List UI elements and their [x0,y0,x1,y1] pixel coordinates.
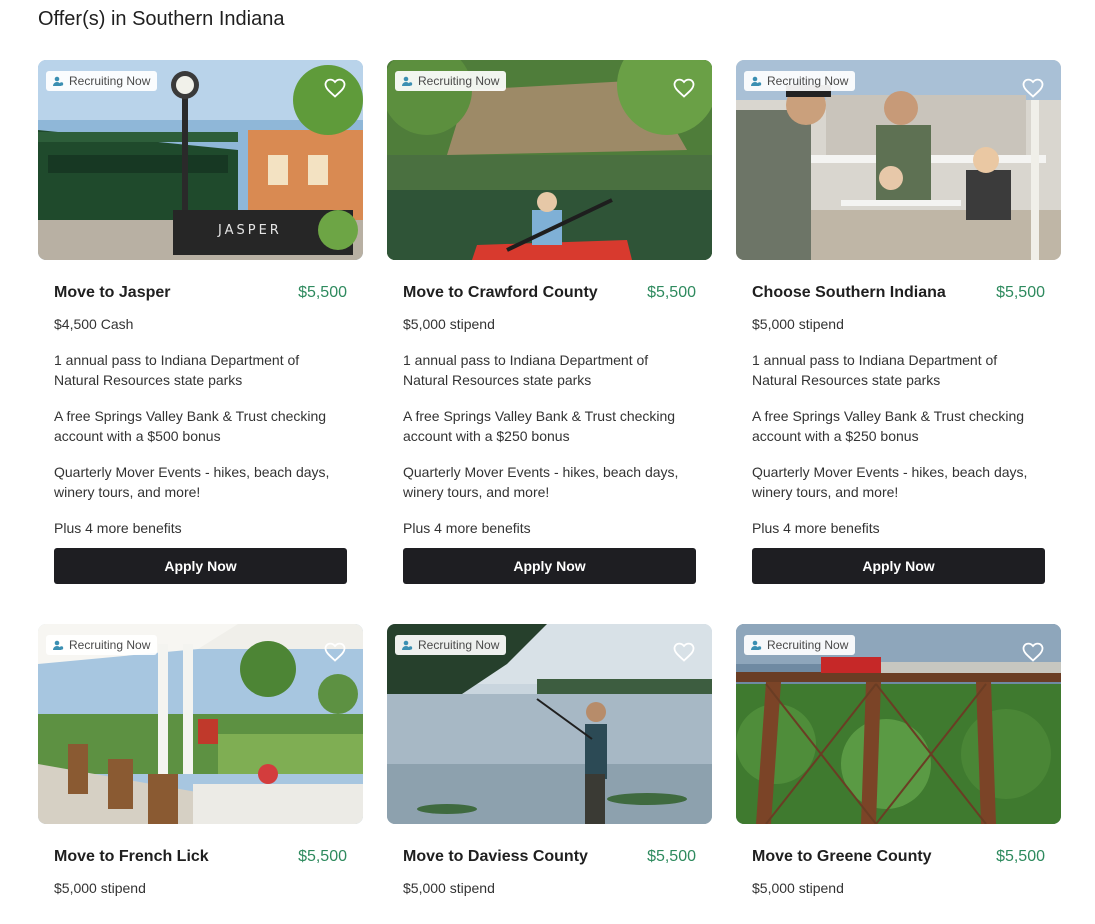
offer-cash: $5,000 stipend [752,316,844,332]
offer-card-daviess-county[interactable]: Recruiting Now Move to Daviess County $5… [387,624,712,898]
offer-title: Move to Crawford County [403,284,598,301]
recruiting-badge-label: Recruiting Now [767,74,849,88]
offer-price: $5,500 [647,284,696,301]
recruiting-badge: Recruiting Now [744,635,856,655]
apply-now-button[interactable]: Apply Now [752,548,1045,584]
favorite-heart-icon[interactable] [1021,76,1045,100]
offer-card-jasper[interactable]: JASPER Recruiting Now Move to Jasper $5,… [38,60,363,584]
recruiting-badge: Recruiting Now [395,635,507,655]
person-icon [750,75,762,87]
apply-now-button[interactable]: Apply Now [54,548,347,584]
offer-card-crawford-county[interactable]: Recruiting Now Move to Crawford County $… [387,60,712,584]
recruiting-badge: Recruiting Now [744,71,856,91]
offer-title: Choose Southern Indiana [752,284,946,301]
benefit-item: 1 annual pass to Indiana Department of N… [54,352,300,388]
offer-card-greene-county[interactable]: Recruiting Now Move to Greene County $5,… [736,624,1061,898]
benefit-item: A free Springs Valley Bank & Trust check… [752,408,1025,444]
offer-price: $5,500 [298,848,347,865]
offer-title: Move to French Lick [54,848,209,865]
offer-title: Move to Daviess County [403,848,588,865]
offer-cash: $5,000 stipend [403,316,495,332]
favorite-heart-icon[interactable] [1021,640,1045,664]
person-icon [401,639,413,651]
recruiting-badge: Recruiting Now [46,71,158,91]
offer-cash: $4,500 Cash [54,316,134,332]
benefit-item: Quarterly Mover Events - hikes, beach da… [752,464,1028,500]
favorite-heart-icon[interactable] [323,76,347,100]
offer-price: $5,500 [996,848,1045,865]
benefit-item: 1 annual pass to Indiana Department of N… [403,352,649,388]
hotel-porch-rocking-chairs-photo: Recruiting Now [38,624,363,824]
recruiting-badge-label: Recruiting Now [69,638,151,652]
offer-title: Move to Greene County [752,848,932,865]
family-porch-photo: Recruiting Now [736,60,1061,260]
more-benefits: Plus 4 more benefits [54,520,182,536]
apply-now-button[interactable]: Apply Now [403,548,696,584]
benefit-item: Quarterly Mover Events - hikes, beach da… [403,464,679,500]
offer-card-southern-indiana[interactable]: Recruiting Now Choose Southern Indiana $… [736,60,1061,584]
person-icon [52,639,64,651]
more-benefits: Plus 4 more benefits [752,520,880,536]
kayak-river-photo: Recruiting Now [387,60,712,260]
offer-grid: JASPER Recruiting Now Move to Jasper $5,… [38,60,1061,898]
offer-cash: $5,000 stipend [54,880,146,896]
recruiting-badge-label: Recruiting Now [69,74,151,88]
offer-title: Move to Jasper [54,284,171,301]
benefit-item: A free Springs Valley Bank & Trust check… [54,408,327,444]
benefit-item: Quarterly Mover Events - hikes, beach da… [54,464,330,500]
jasper-train-station-photo: JASPER Recruiting Now [38,60,363,260]
svg-text:JASPER: JASPER [217,223,282,238]
offer-price: $5,500 [647,848,696,865]
recruiting-badge: Recruiting Now [395,71,507,91]
railroad-trestle-photo: Recruiting Now [736,624,1061,824]
offer-cash: $5,000 stipend [752,880,844,896]
more-benefits: Plus 4 more benefits [403,520,531,536]
person-icon [401,75,413,87]
page-title: Offer(s) in Southern Indiana [38,8,285,30]
offer-card-french-lick[interactable]: Recruiting Now Move to French Lick $5,50… [38,624,363,898]
recruiting-badge: Recruiting Now [46,635,158,655]
lake-fishing-photo: Recruiting Now [387,624,712,824]
benefit-item: A free Springs Valley Bank & Trust check… [403,408,676,444]
recruiting-badge-label: Recruiting Now [418,638,500,652]
offer-price: $5,500 [298,284,347,301]
favorite-heart-icon[interactable] [672,640,696,664]
benefit-item: 1 annual pass to Indiana Department of N… [752,352,998,388]
recruiting-badge-label: Recruiting Now [418,74,500,88]
person-icon [750,639,762,651]
favorite-heart-icon[interactable] [672,76,696,100]
person-icon [52,75,64,87]
favorite-heart-icon[interactable] [323,640,347,664]
offer-price: $5,500 [996,284,1045,301]
offer-cash: $5,000 stipend [403,880,495,896]
recruiting-badge-label: Recruiting Now [767,638,849,652]
